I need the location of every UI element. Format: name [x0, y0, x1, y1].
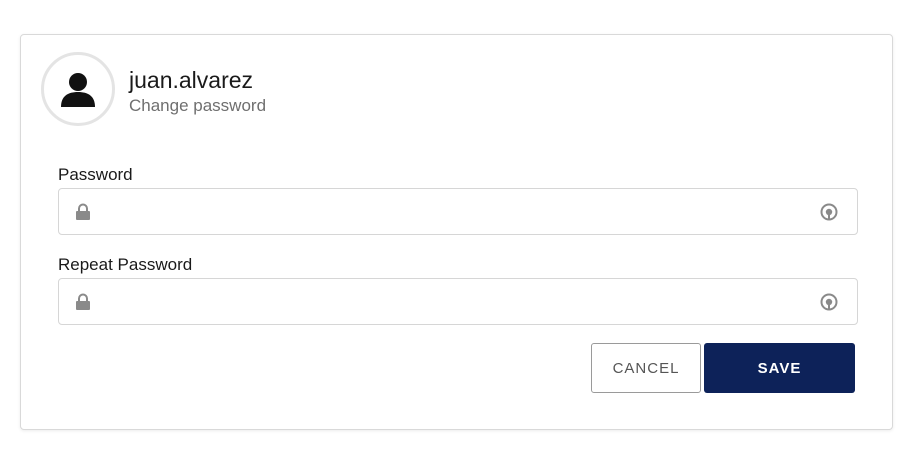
- eye-icon[interactable]: [819, 292, 839, 312]
- lock-icon: [76, 293, 90, 310]
- lock-icon: [76, 203, 90, 220]
- change-password-card: juan.alvarez Change password Password Re…: [20, 34, 893, 430]
- save-button[interactable]: SAVE: [704, 343, 855, 393]
- password-label: Password: [58, 165, 133, 184]
- eye-icon[interactable]: [819, 202, 839, 222]
- password-input[interactable]: [103, 189, 807, 236]
- password-field-wrapper: [58, 188, 858, 236]
- user-icon: [61, 73, 95, 107]
- avatar: [41, 52, 115, 126]
- user-info: juan.alvarez Change password: [129, 67, 266, 118]
- repeat-password-field-wrapper: [58, 278, 858, 326]
- cancel-button[interactable]: CANCEL: [591, 343, 701, 393]
- page-subtitle: Change password: [129, 96, 267, 115]
- repeat-password-input[interactable]: [103, 279, 807, 326]
- username: juan.alvarez: [129, 67, 254, 93]
- repeat-password-label: Repeat Password: [58, 255, 193, 274]
